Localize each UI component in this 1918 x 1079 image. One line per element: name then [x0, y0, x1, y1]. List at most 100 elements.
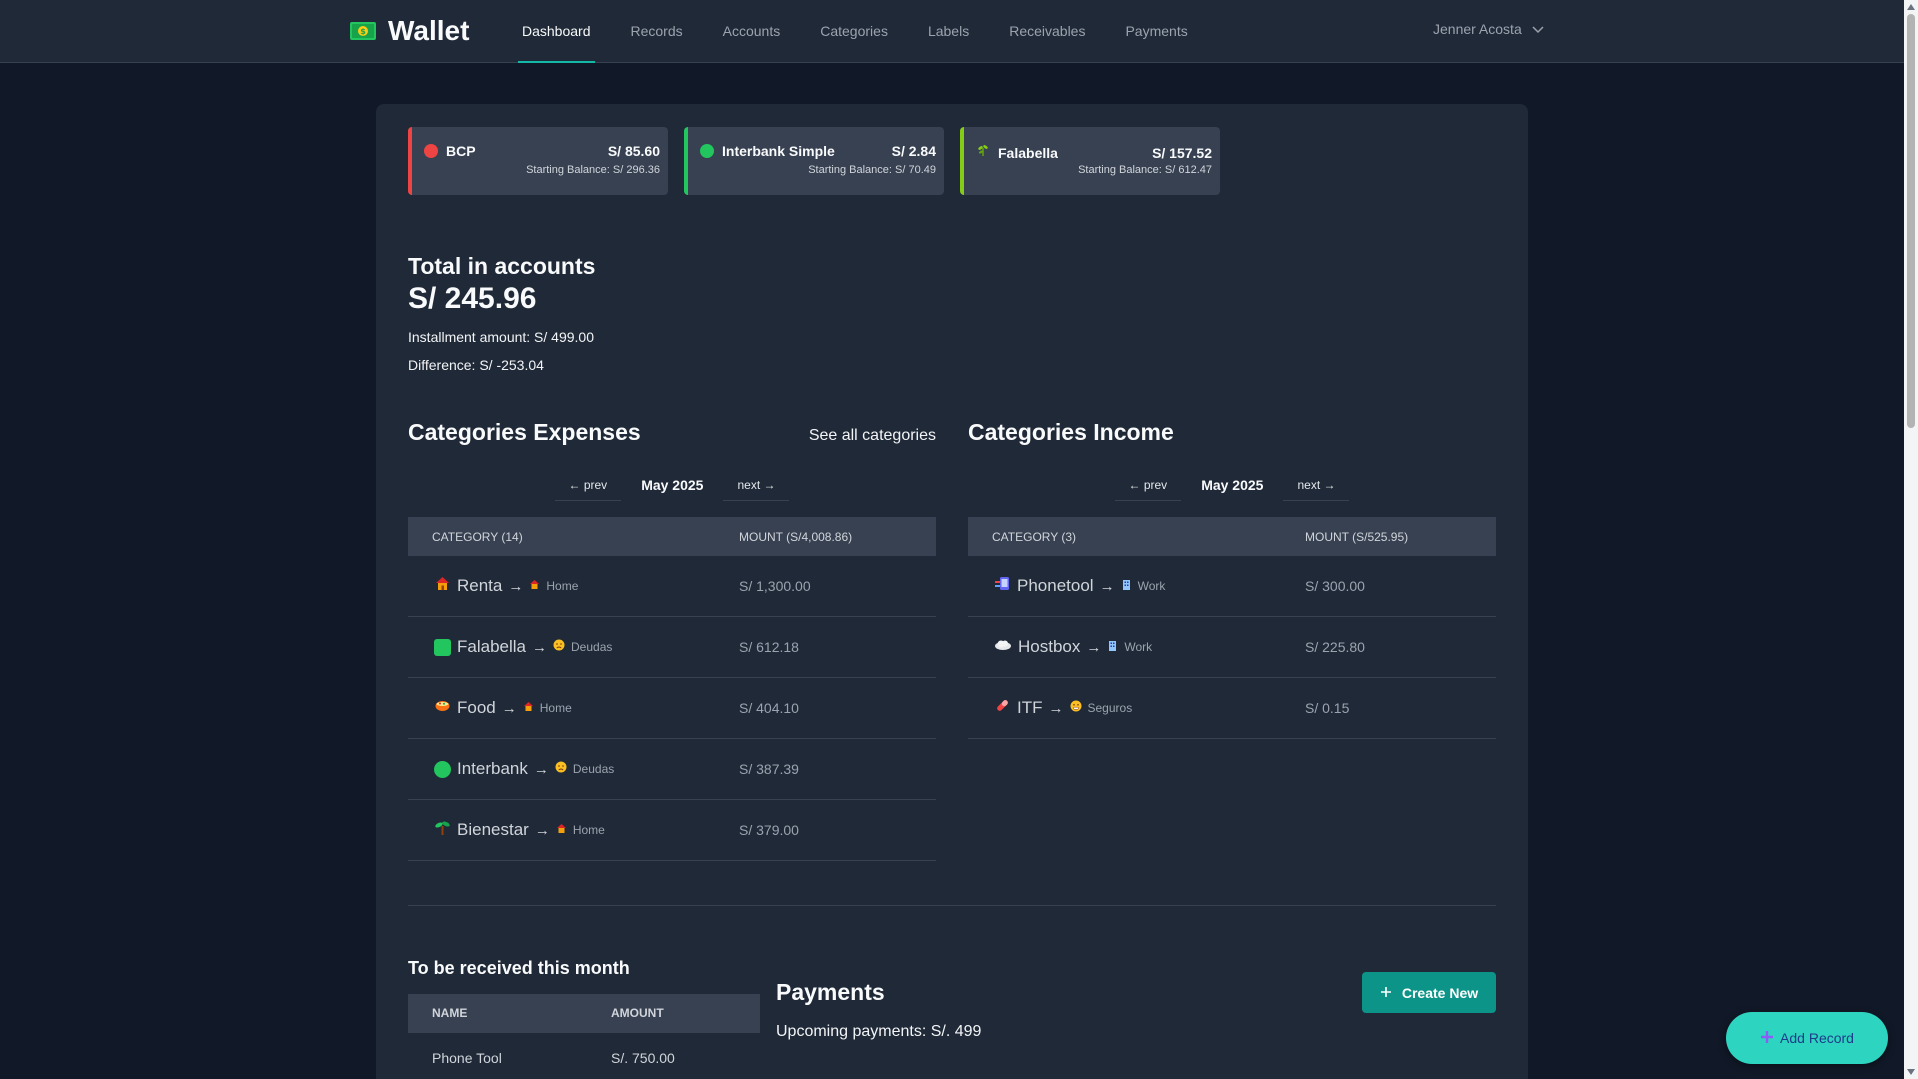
arrow-right-icon: →: [1048, 699, 1064, 717]
nav-dashboard[interactable]: Dashboard: [518, 0, 595, 63]
category-name: Interbank: [457, 759, 528, 778]
table-row[interactable]: Renta → Home S/ 1,300.00: [408, 556, 936, 617]
account-name: BCP: [446, 143, 476, 159]
income-table-header: CATEGORY (3) MOUNT (S/525.95): [968, 517, 1496, 556]
table-row[interactable]: Phonetool → Work S/ 300.00: [968, 556, 1496, 617]
category-amount: S/ 0.15: [1305, 700, 1350, 716]
account-card-interbank-simple[interactable]: Interbank Simple S/ 2.84 Starting Balanc…: [684, 127, 944, 195]
money-bill-icon: $: [348, 19, 378, 43]
category-parent: Work: [1137, 579, 1166, 593]
arrow-right-icon: →: [1099, 577, 1115, 595]
house-icon: [434, 575, 451, 597]
category-parent: Home: [572, 823, 605, 837]
pot-of-food-icon: [434, 697, 451, 719]
main-nav: Dashboard Records Accounts Categories La…: [518, 0, 1224, 63]
expenses-prev-button[interactable]: ← prev: [554, 469, 622, 501]
difference-amount: Difference: S/ -253.04: [408, 357, 544, 373]
see-all-categories-link[interactable]: See all categories: [809, 427, 936, 445]
receivable-name: Phone Tool: [432, 1050, 502, 1066]
category-amount: S/ 404.10: [739, 700, 799, 716]
nav-accounts[interactable]: Accounts: [719, 0, 785, 63]
phone-tool-icon: [994, 575, 1011, 597]
account-starting-balance: Starting Balance: S/ 70.49: [808, 164, 936, 176]
expenses-table-header: CATEGORY (14) MOUNT (S/4,008.86): [408, 517, 936, 556]
worried-face-icon: [553, 638, 565, 656]
nav-records[interactable]: Records: [627, 0, 687, 63]
account-balance: S/ 2.84: [891, 143, 936, 159]
add-record-button[interactable]: Add Record: [1726, 1012, 1888, 1064]
totals-title: Total in accounts: [408, 253, 596, 279]
payments-section: Payments Upcoming payments: S/. 499: [776, 977, 981, 1041]
col-name: NAME: [432, 1006, 468, 1020]
upcoming-payments: Upcoming payments: S/. 499: [776, 1023, 982, 1040]
category-parent: Deudas: [571, 640, 613, 654]
receivable-amount: S/. 750.00: [611, 1050, 675, 1066]
category-name: Food: [457, 698, 496, 717]
category-parent: Home: [546, 579, 579, 593]
account-cards: BCP S/ 85.60 Starting Balance: S/ 296.36…: [408, 127, 1220, 195]
account-card-bcp[interactable]: BCP S/ 85.60 Starting Balance: S/ 296.36: [408, 127, 668, 195]
brand[interactable]: $ Wallet: [348, 14, 469, 48]
category-amount: S/ 612.18: [739, 639, 799, 655]
seedling-icon: [434, 819, 451, 841]
pill-icon: [994, 697, 1011, 719]
herb-icon: [976, 143, 990, 162]
income-table: CATEGORY (3) MOUNT (S/525.95) Phonetool …: [968, 517, 1496, 739]
scroll-down-arrow-icon[interactable]: [1907, 1069, 1915, 1075]
category-parent: Seguros: [1087, 701, 1133, 715]
col-amount: AMOUNT: [611, 1006, 664, 1020]
table-row[interactable]: Interbank → Deudas S/ 387.39: [408, 739, 936, 800]
office-building-icon: [1107, 638, 1118, 656]
arrow-right-icon: →: [1086, 638, 1102, 656]
income-prev-button[interactable]: ← prev: [1114, 469, 1182, 501]
nav-payments[interactable]: Payments: [1121, 0, 1191, 63]
category-name: Bienestar: [457, 820, 529, 839]
nav-labels[interactable]: Labels: [924, 0, 973, 63]
col-amount: MOUNT (S/525.95): [1305, 529, 1409, 544]
nav-categories[interactable]: Categories: [816, 0, 892, 63]
income-next-button[interactable]: next →: [1283, 469, 1350, 501]
category-parent: Deudas: [572, 762, 615, 776]
income-month-nav: ← prev May 2025 next →: [968, 469, 1496, 501]
arrow-right-icon: →: [532, 638, 547, 656]
category-amount: S/ 1,300.00: [739, 578, 811, 594]
account-card-falabella[interactable]: Falabella S/ 157.52 Starting Balance: S/…: [960, 127, 1220, 195]
table-row[interactable]: Falabella → Deudas S/ 612.18: [408, 617, 936, 678]
cloud-icon: [994, 636, 1012, 658]
col-amount: MOUNT (S/4,008.86): [739, 529, 853, 544]
section-divider: [408, 905, 1496, 906]
scroll-thumb[interactable]: [1907, 14, 1915, 428]
account-name: Interbank Simple: [722, 143, 835, 159]
scroll-up-arrow-icon[interactable]: [1907, 4, 1915, 10]
installment-amount: Installment amount: S/ 499.00: [408, 329, 594, 345]
category-amount: S/ 387.39: [739, 761, 799, 777]
house-garden-icon: [556, 821, 567, 839]
income-month-label: May 2025: [1201, 477, 1264, 493]
nav-receivables[interactable]: Receivables: [1005, 0, 1089, 63]
table-row[interactable]: Phone Tool S/. 750.00: [408, 1033, 760, 1079]
categories-income-panel: Categories Income ← prev May 2025 next →…: [968, 417, 1496, 739]
user-menu[interactable]: Jenner Acosta: [1433, 21, 1544, 37]
receivables-table-header: NAME AMOUNT: [408, 994, 760, 1033]
account-name: Falabella: [998, 144, 1058, 161]
category-name: Hostbox: [1018, 637, 1081, 656]
svg-text:$: $: [360, 27, 366, 36]
house-garden-icon: [529, 577, 540, 595]
categories-expenses-panel: Categories Expenses See all categories ←…: [408, 417, 936, 861]
table-row[interactable]: Food → Home S/ 404.10: [408, 678, 936, 739]
table-row[interactable]: Bienestar → Home S/ 379.00: [408, 800, 936, 861]
table-row[interactable]: Hostbox → Work S/ 225.80: [968, 617, 1496, 678]
page-scrollbar[interactable]: [1904, 0, 1918, 1079]
create-new-button[interactable]: Create New: [1362, 972, 1496, 1013]
account-balance: S/ 157.52: [1152, 144, 1212, 161]
expenses-next-button[interactable]: next →: [723, 469, 790, 501]
app-name: Wallet: [388, 15, 470, 46]
house-garden-icon: [523, 699, 534, 717]
arrow-right-icon: →: [534, 821, 550, 839]
col-category: CATEGORY (3): [992, 529, 1077, 544]
green-square-icon: [434, 638, 451, 656]
account-starting-balance: Starting Balance: S/ 296.36: [526, 164, 660, 176]
category-name: Phonetool: [1017, 576, 1094, 595]
category-parent: Work: [1124, 640, 1153, 654]
table-row[interactable]: ITF → Seguros S/ 0.15: [968, 678, 1496, 739]
